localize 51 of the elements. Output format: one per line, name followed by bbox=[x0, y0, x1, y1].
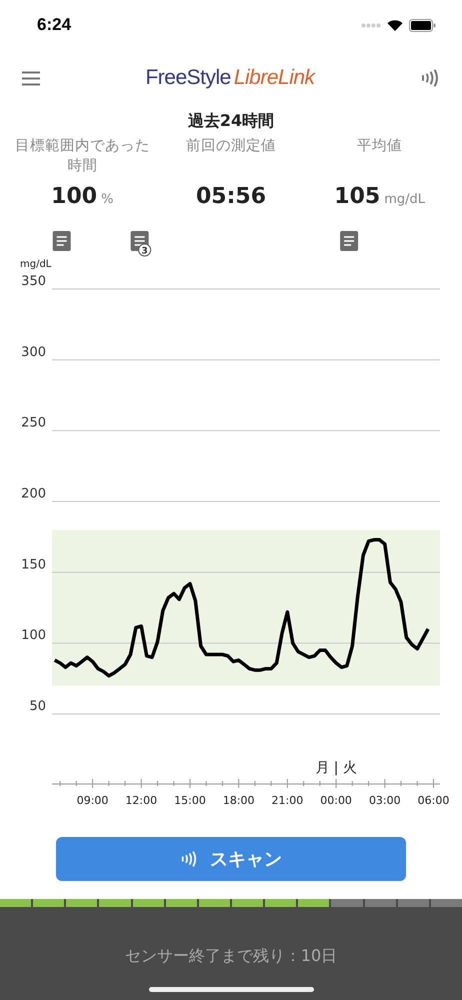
scan-button[interactable]: スキャン bbox=[56, 837, 406, 881]
x-tick-label: 03:00 bbox=[368, 794, 401, 807]
x-tick-label: 09:00 bbox=[76, 794, 108, 807]
stat-value: 100 bbox=[51, 184, 98, 209]
menu-icon[interactable] bbox=[22, 70, 40, 86]
sensor-day-segment bbox=[166, 899, 197, 907]
period-title: 過去24時間 bbox=[188, 110, 274, 132]
app-logo: FreeStyleLibreLink bbox=[145, 66, 315, 90]
signal-icon bbox=[361, 22, 381, 28]
sensor-day-segment bbox=[198, 899, 230, 907]
y-tick-label: 350 bbox=[21, 274, 46, 289]
x-tick-label: 00:00 bbox=[320, 794, 352, 807]
status-time: 6:24 bbox=[37, 15, 72, 35]
sensor-day-segment bbox=[0, 899, 32, 907]
sensor-day-segment bbox=[232, 899, 264, 907]
stat-label: 目標範囲内であった時間 bbox=[14, 137, 151, 176]
sensor-remaining-text: センサー終了まで残り：10日 bbox=[124, 946, 338, 967]
sensor-day-segment bbox=[398, 899, 429, 907]
note-icon[interactable] bbox=[340, 231, 358, 251]
x-tick-label: 18:00 bbox=[222, 794, 255, 807]
scan-waves-icon bbox=[180, 850, 198, 868]
sensor-day-segment bbox=[364, 899, 396, 907]
y-tick-label: 300 bbox=[21, 344, 46, 360]
x-tick-label: 21:00 bbox=[272, 794, 304, 807]
sensor-day-segment bbox=[33, 899, 64, 907]
y-tick-label: 250 bbox=[21, 416, 46, 431]
x-tick-label: 15:00 bbox=[174, 794, 206, 807]
stat-unit: mg/dL bbox=[384, 192, 426, 207]
stat-unit: % bbox=[101, 192, 114, 207]
y-tick-label: 100 bbox=[21, 628, 46, 644]
day-divider-label: 月 | 火 bbox=[315, 760, 357, 776]
note-icon[interactable] bbox=[52, 231, 71, 251]
sensor-day-segment bbox=[265, 899, 296, 907]
sensor-day-segment bbox=[66, 899, 98, 907]
stat-value: 05:56 bbox=[196, 184, 266, 209]
x-tick-label: 06:00 bbox=[418, 794, 450, 807]
sensor-day-segment bbox=[132, 899, 164, 907]
stat-label: 前回の測定値 bbox=[186, 136, 276, 156]
sensor-day-segment bbox=[99, 899, 131, 907]
wifi-icon bbox=[387, 19, 403, 31]
stat-label: 平均値 bbox=[357, 137, 402, 156]
y-tick-label: 50 bbox=[29, 699, 46, 714]
y-axis-unit: mg/dL bbox=[20, 259, 52, 270]
x-tick-label: 12:00 bbox=[125, 794, 158, 807]
battery-icon bbox=[409, 18, 436, 32]
scan-waves-icon bbox=[420, 68, 440, 88]
sensor-day-segment bbox=[430, 899, 462, 907]
y-tick-label: 200 bbox=[21, 486, 46, 502]
stat-value: 105 bbox=[334, 184, 380, 209]
y-tick-label: 150 bbox=[21, 557, 46, 572]
sensor-day-segment bbox=[331, 899, 363, 907]
